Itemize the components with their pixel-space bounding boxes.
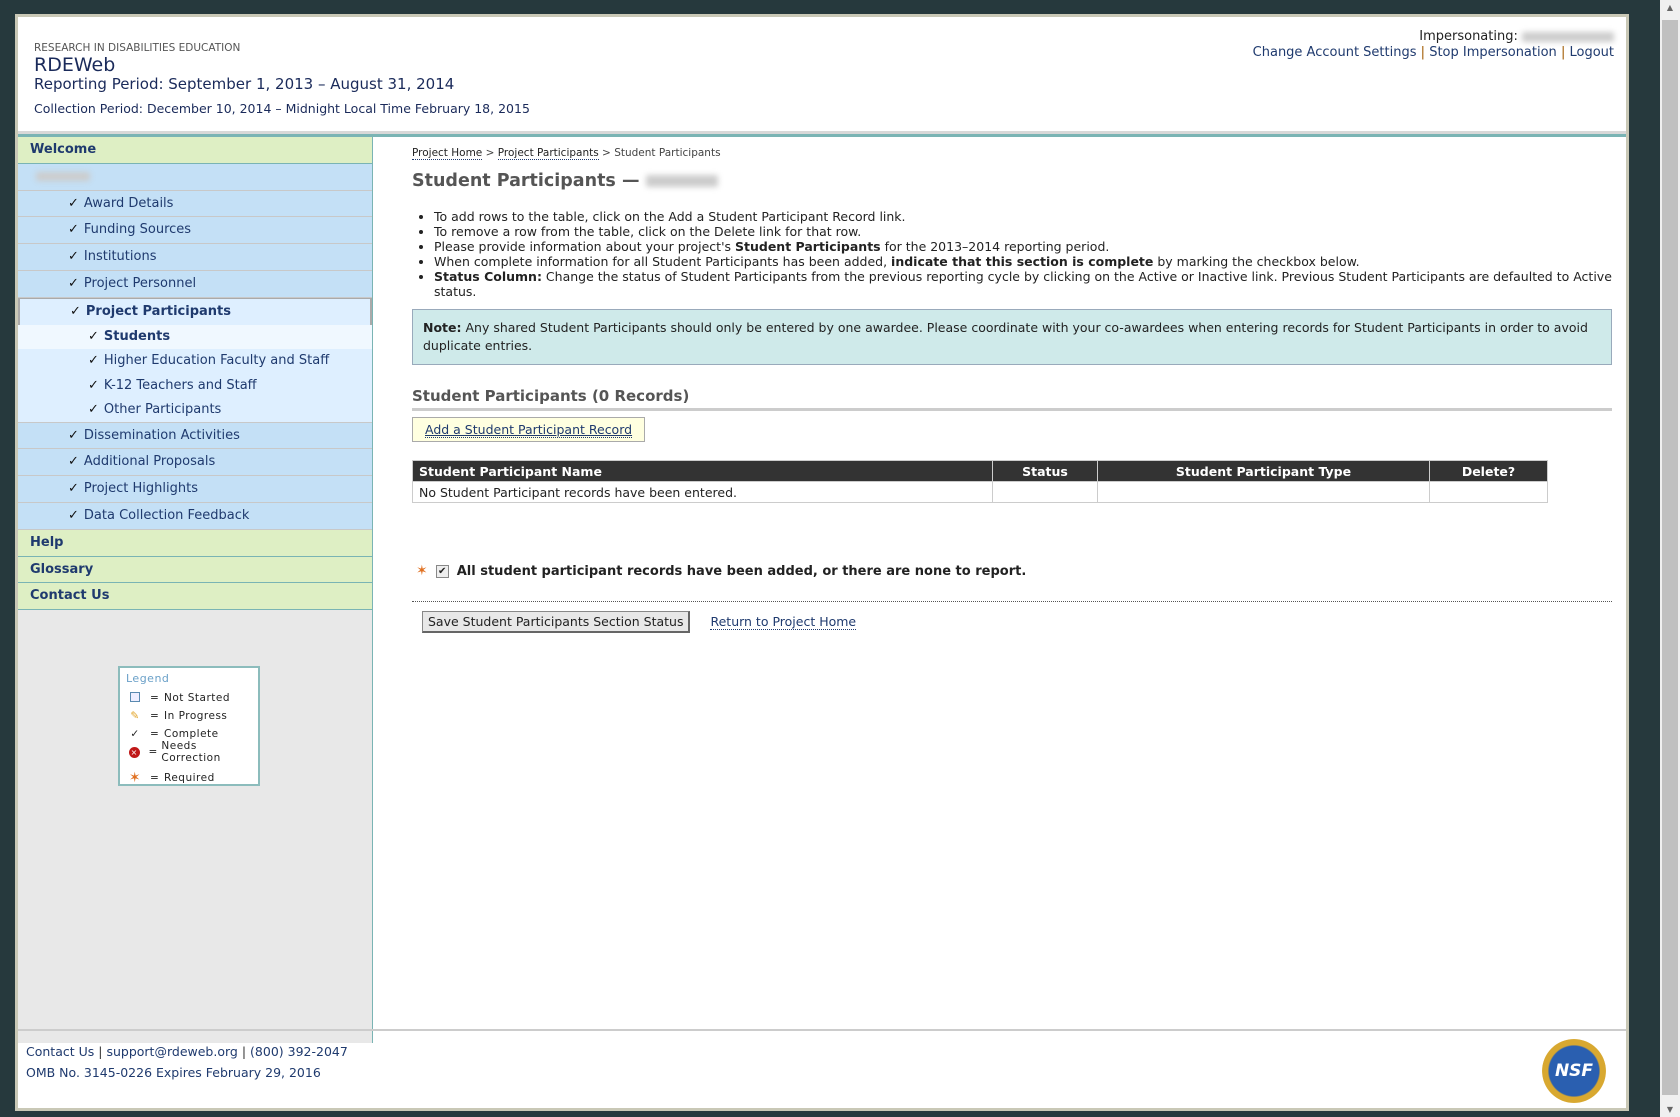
footer-contact-link[interactable]: Contact Us — [26, 1044, 94, 1059]
nav-contact-us[interactable]: Contact Us — [18, 583, 372, 611]
section-title: Student Participants (0 Records) — [412, 387, 1612, 411]
check-icon: ✓ — [88, 377, 99, 393]
nav-higher-ed-faculty[interactable]: ✓ Higher Education Faculty and Staff — [18, 349, 372, 374]
nav-data-collection-feedback[interactable]: ✓ Data Collection Feedback — [18, 502, 372, 530]
nav-project-participants[interactable]: ✓ Project Participants — [18, 297, 372, 325]
nav-dissemination[interactable]: ✓ Dissemination Activities — [18, 422, 372, 450]
nav-glossary[interactable]: Glossary — [18, 556, 372, 584]
account-menu: Impersonating: Change Account Settings |… — [1252, 29, 1614, 60]
required-asterisk-icon: ✶ — [416, 563, 428, 579]
page-frame: RESEARCH IN DISABILITIES EDUCATION RDEWe… — [15, 14, 1629, 1111]
nav-project-highlights[interactable]: ✓ Project Highlights — [18, 476, 372, 503]
footer-email-link[interactable]: support@rdeweb.org — [106, 1044, 237, 1059]
check-icon: ✓ — [130, 728, 140, 740]
nav-additional-proposals[interactable]: ✓ Additional Proposals — [18, 449, 372, 477]
header: RESEARCH IN DISABILITIES EDUCATION RDEWe… — [18, 17, 1626, 134]
legend: Legend = Not Started ✎ = In Progress ✓ = Comp… — [118, 666, 260, 786]
nav-project-personnel[interactable]: ✓ Project Personnel — [18, 270, 372, 298]
completion-confirmation: ✶ ✔ All student participant records have… — [416, 563, 1027, 579]
org-name: RESEARCH IN DISABILITIES EDUCATION — [34, 42, 241, 54]
breadcrumb: Project Home > Project Participants > St… — [412, 147, 721, 160]
main-content: Project Home > Project Participants > St… — [374, 137, 1626, 1043]
table-row: No Student Participant records have been… — [412, 481, 1548, 503]
return-to-project-home-link[interactable]: Return to Project Home — [710, 614, 857, 630]
nav-funding-sources[interactable]: ✓ Funding Sources — [18, 217, 372, 245]
save-section-status-button[interactable]: Save Student Participants Section Status — [422, 611, 691, 633]
check-icon: ✓ — [68, 249, 79, 265]
reporting-period: Reporting Period: September 1, 2013 – Au… — [34, 75, 455, 93]
check-icon: ✓ — [68, 275, 79, 291]
nav-other-participants[interactable]: ✓ Other Participants — [18, 398, 372, 423]
collection-period: Collection Period: December 10, 2014 – M… — [34, 101, 530, 116]
check-icon: ✓ — [88, 328, 99, 344]
note-box: Note: Any shared Student Participants sh… — [412, 309, 1612, 365]
breadcrumb-project-participants[interactable]: Project Participants — [497, 147, 599, 160]
asterisk-icon: ✶ — [128, 770, 142, 786]
legend-title: Legend — [126, 672, 170, 685]
divider — [412, 601, 1612, 602]
nav-k12-teachers[interactable]: ✓ K-12 Teachers and Staff — [18, 373, 372, 399]
nav-welcome[interactable]: Welcome — [18, 137, 372, 164]
breadcrumb-project-home[interactable]: Project Home — [412, 147, 483, 160]
nav-award-details[interactable]: ✓ Award Details — [18, 190, 372, 218]
footer: Contact Us | support@rdeweb.org | (800) … — [18, 1029, 1626, 1108]
empty-box-icon — [126, 691, 144, 705]
check-icon: ✓ — [68, 222, 79, 238]
participants-table: Student Participant Name Status Student Pa… — [412, 460, 1548, 503]
app-title: RDEWeb — [34, 54, 116, 76]
scroll-up-icon[interactable]: ▲ — [1660, 3, 1680, 12]
check-icon: ✓ — [68, 427, 79, 443]
page-title: Student Participants — — [412, 171, 1612, 191]
check-icon: ✓ — [68, 195, 79, 211]
scrollbar-thumb[interactable] — [1662, 20, 1678, 1095]
check-icon: ✓ — [68, 481, 79, 497]
pencil-icon: ✎ — [130, 710, 140, 722]
check-icon: ✓ — [68, 454, 79, 470]
sidebar: Welcome ✓ Award Details ✓ Funding Sources … — [18, 137, 373, 1043]
completion-checkbox[interactable]: ✔ — [435, 564, 449, 578]
nav-institutions[interactable]: ✓ Institutions — [18, 244, 372, 271]
scroll-down-icon[interactable]: ▼ — [1660, 1105, 1680, 1114]
instructions-list: To add rows to the table, click on the A… — [434, 209, 1612, 299]
nav-students[interactable]: ✓ Students — [18, 324, 372, 350]
impersonating-label: Impersonating: — [1419, 29, 1518, 44]
nav-help[interactable]: Help — [18, 529, 372, 557]
add-student-participant-button[interactable]: Add a Student Participant Record — [412, 417, 646, 442]
stop-impersonation-link[interactable]: Stop Impersonation — [1429, 45, 1557, 60]
vertical-scrollbar[interactable]: ▲ ▼ — [1660, 0, 1680, 1117]
check-icon: ✓ — [68, 507, 79, 523]
footer-phone: (800) 392-2047 — [250, 1044, 348, 1059]
nav-award-id-redacted[interactable] — [18, 163, 372, 191]
impersonated-user-redacted — [1522, 31, 1614, 42]
omb-number: OMB No. 3145-0226 Expires February 29, 2… — [26, 1065, 321, 1080]
error-icon: × — [128, 747, 140, 758]
logout-link[interactable]: Logout — [1569, 45, 1614, 60]
breadcrumb-current: Student Participants — [614, 147, 721, 159]
nsf-logo: NSF — [1542, 1039, 1606, 1103]
check-icon: ✓ — [88, 353, 99, 369]
check-icon: ✓ — [88, 402, 99, 418]
change-account-settings-link[interactable]: Change Account Settings — [1253, 45, 1417, 60]
sidebar-nav: Welcome ✓ Award Details ✓ Funding Sources … — [18, 137, 372, 611]
check-icon: ✓ — [70, 303, 81, 319]
